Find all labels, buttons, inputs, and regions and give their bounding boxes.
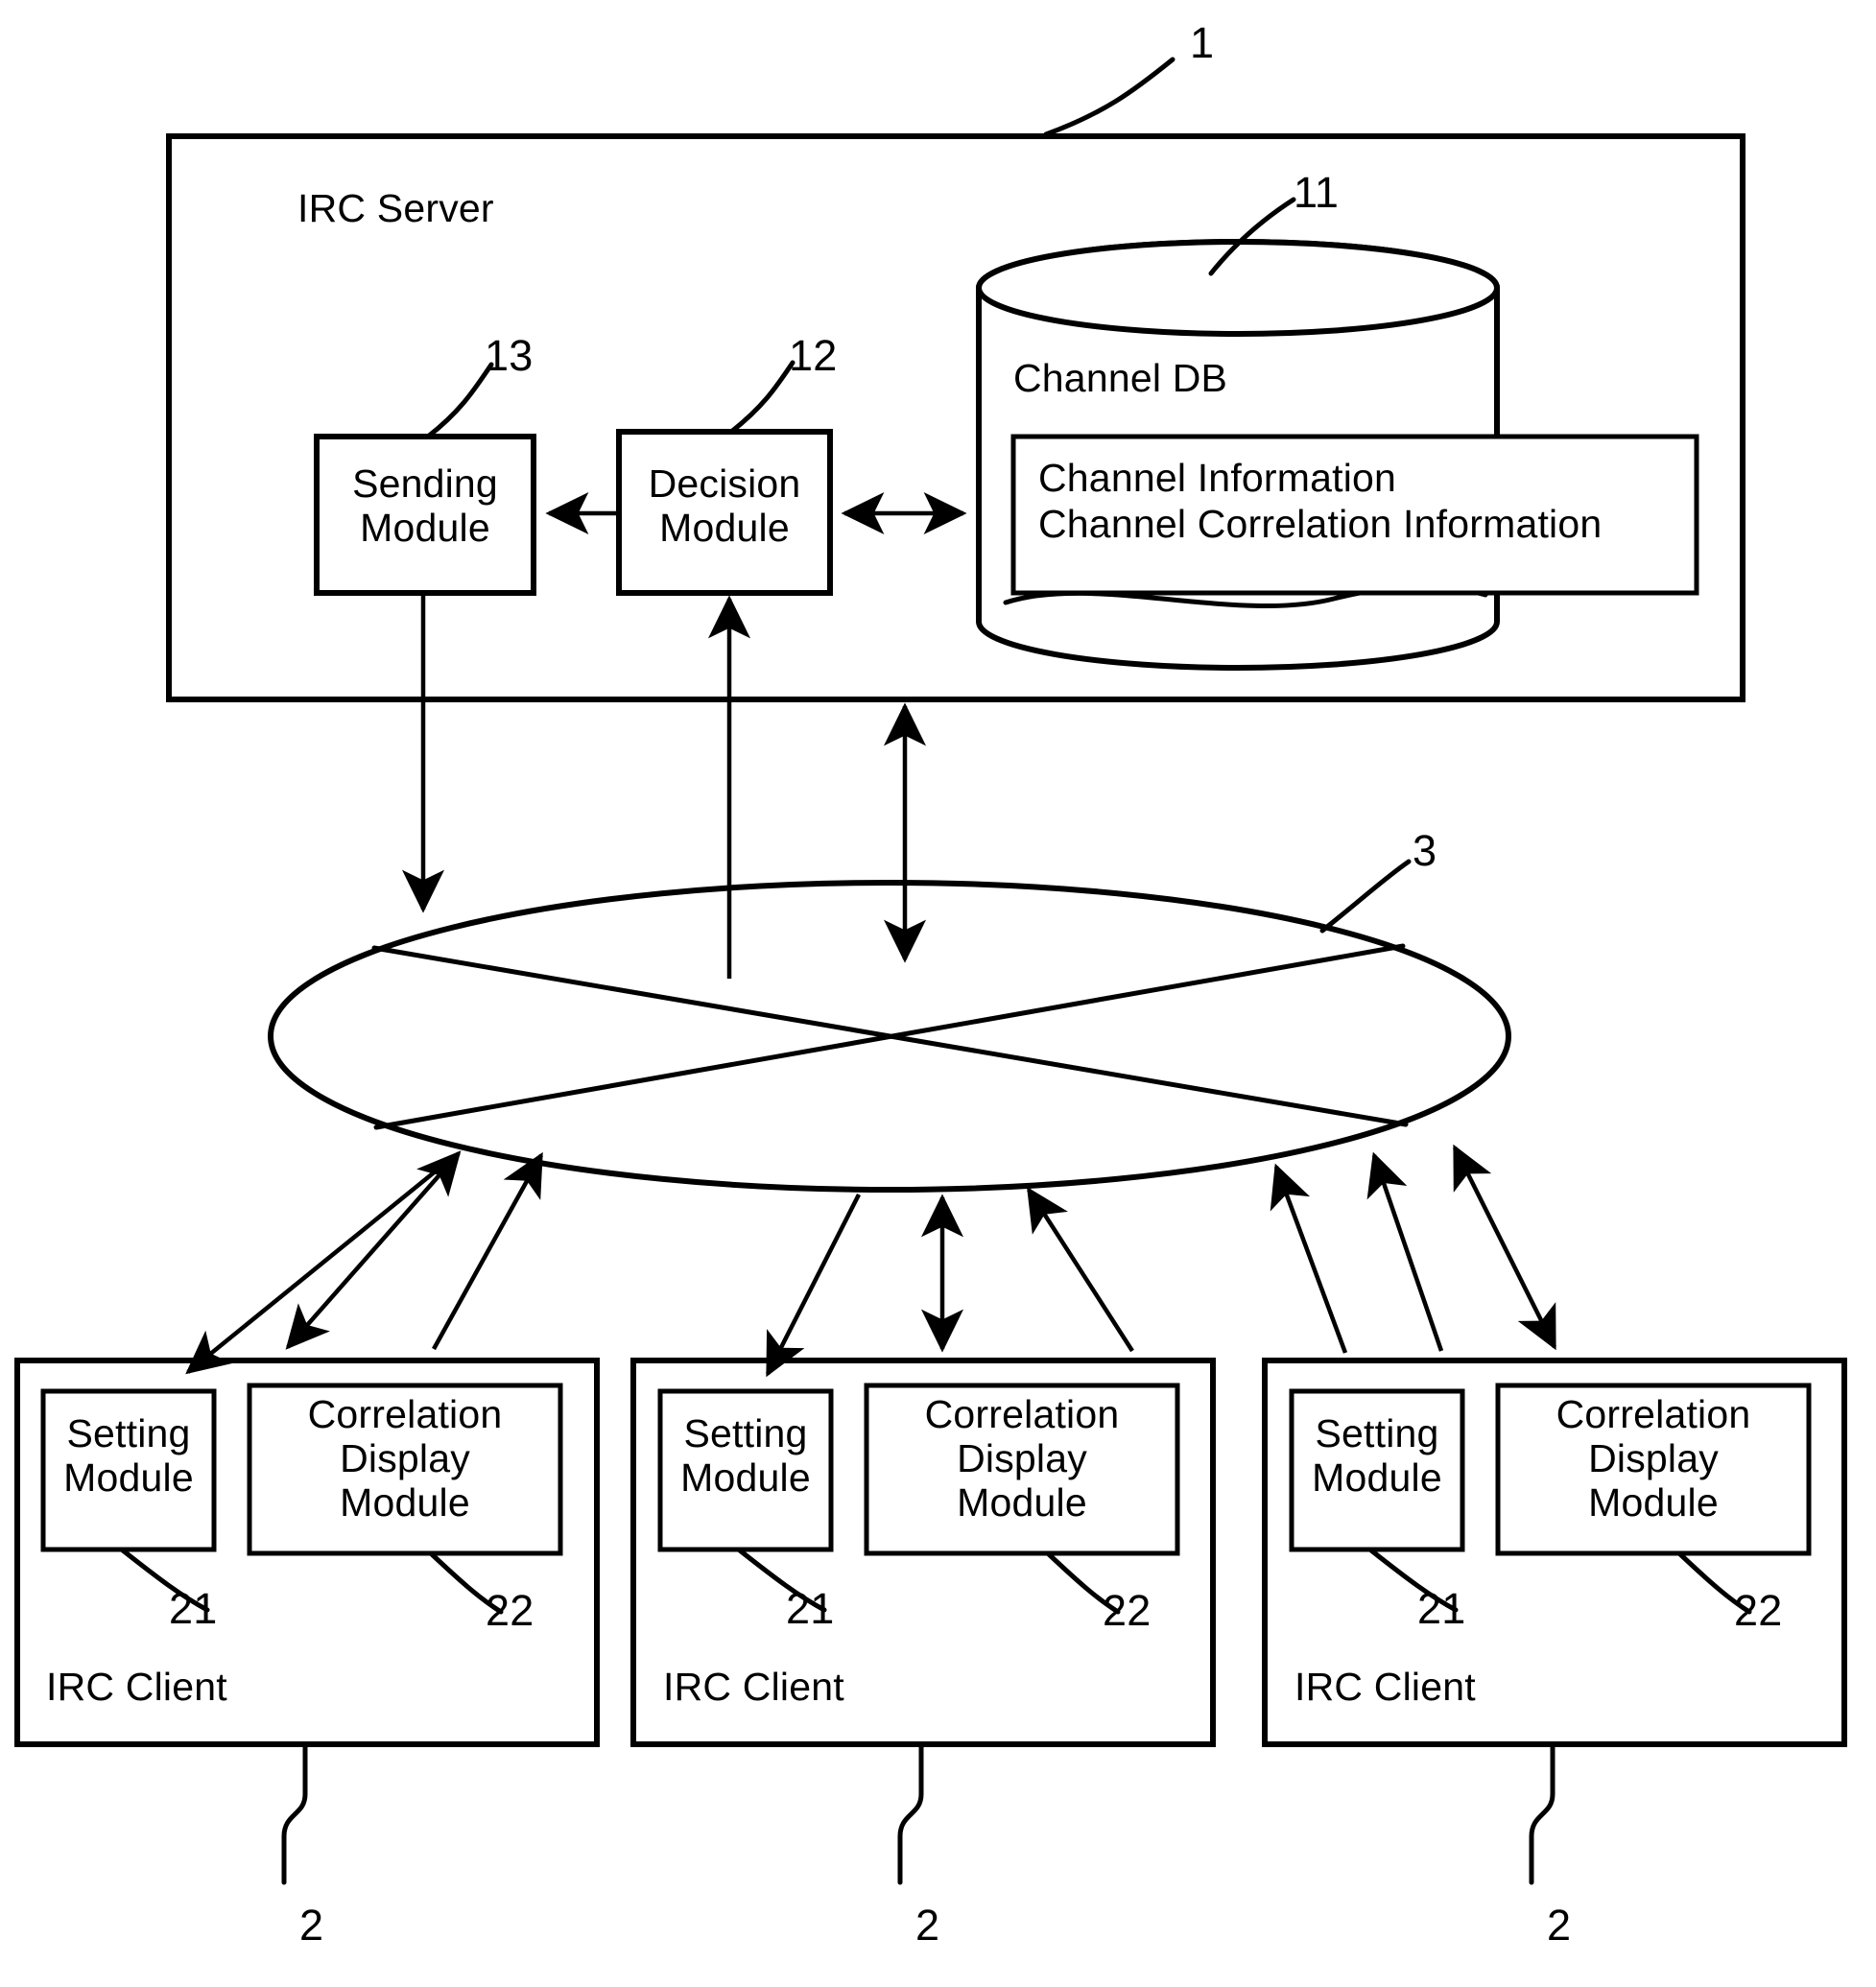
irc-client-label-2: IRC Client [663,1665,844,1709]
irc-server-label: IRC Server [297,186,494,230]
ref-number-21-3: 21 [1417,1584,1466,1633]
patent-figure: 1 IRC Server 11 Channel DB Channel Infor… [0,0,1876,1987]
ref-leader-2-2 [897,1741,924,1885]
ref-number-2-3: 2 [1547,1901,1572,1950]
ref-number-3: 3 [1413,826,1437,875]
decision-module-label-line1: Decision [648,461,801,506]
ref-leader-2-3 [1529,1741,1555,1885]
ref-number-21-1: 21 [169,1584,218,1633]
ref-leader-3 [1319,859,1412,934]
sending-module-label-line2: Module [360,506,490,550]
arrow-client2-correlation-to-network [1027,1186,1134,1353]
arrow-client3-setting-up [1366,1151,1444,1352]
correlation-display-module-label-2-line2: Display [957,1436,1087,1480]
correlation-display-module-label-1-line1: Correlation [307,1392,503,1436]
correlation-display-module-label-1-line2: Display [340,1436,470,1480]
correlation-display-module-label-3-line3: Module [1588,1480,1719,1525]
correlation-display-module-label-2-line1: Correlation [924,1392,1120,1436]
correlation-display-module-label-3-line2: Display [1588,1436,1719,1480]
decision-module-label-line2: Module [659,506,790,550]
setting-module-label-1-line1: Setting [66,1411,191,1455]
setting-module-label-1-line2: Module [63,1455,194,1500]
arrow-network-to-client1-setting [185,1155,455,1375]
setting-module-label-3-line1: Setting [1315,1411,1439,1455]
setting-module-label-3-line2: Module [1312,1455,1442,1500]
figure-linework [14,57,1847,1885]
arrow-client1-correlation-to-network [432,1151,543,1351]
irc-client-label-1: IRC Client [46,1665,227,1709]
ref-number-13: 13 [485,331,534,380]
ref-number-21-2: 21 [786,1584,835,1633]
arrow-client1-setting-bidirectional [285,1150,462,1350]
ref-number-22-3: 22 [1734,1586,1783,1635]
ref-leader-1 [1043,57,1175,137]
correlation-display-module-label-3-line1: Correlation [1555,1392,1751,1436]
ref-number-22-1: 22 [486,1586,534,1635]
ref-number-2-1: 2 [299,1901,324,1950]
channel-db-label: Channel DB [1013,356,1228,400]
channel-db-cylinder-top [976,239,1500,337]
setting-module-label-2-line1: Setting [683,1411,808,1455]
irc-client-label-3: IRC Client [1294,1665,1476,1709]
channel-correlation-information-label: Channel Correlation Information [1038,502,1603,546]
ref-number-22-2: 22 [1103,1586,1152,1635]
ref-number-12: 12 [789,331,838,380]
sending-module-label-line1: Sending [352,461,498,506]
ref-leader-2-1 [281,1741,308,1885]
arrow-network-to-client3-setting [1270,1163,1348,1354]
channel-information-label: Channel Information [1038,456,1397,500]
ref-number-11: 11 [1294,168,1340,217]
correlation-display-module-label-2-line3: Module [957,1480,1087,1525]
arrow-network-to-client2-setting [765,1193,862,1378]
arrow-client3-correlation-bidirectional [1452,1144,1557,1351]
ref-number-1: 1 [1190,18,1215,67]
ref-number-2-2: 2 [915,1901,940,1950]
correlation-display-module-label-1-line3: Module [340,1480,470,1525]
setting-module-label-2-line2: Module [680,1455,811,1500]
